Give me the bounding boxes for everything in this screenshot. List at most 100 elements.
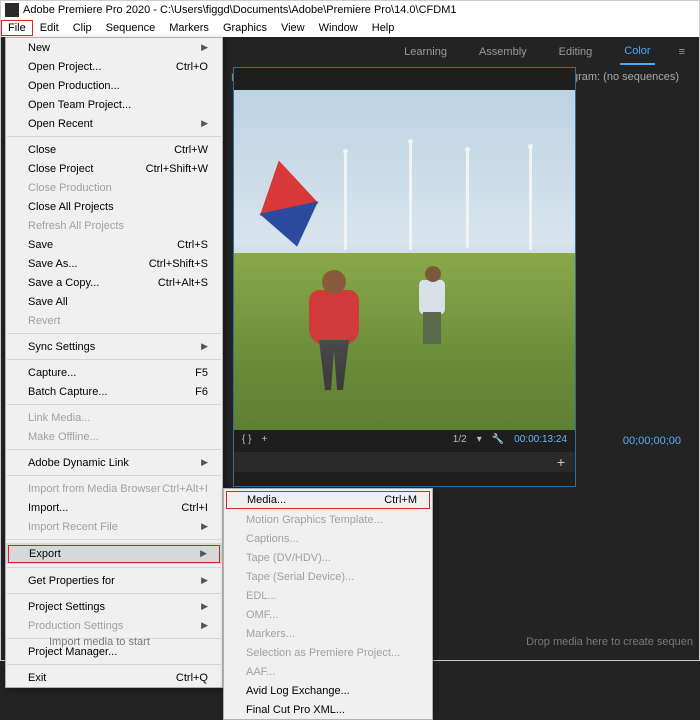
sequence-hint: Drop media here to create sequen xyxy=(526,636,693,648)
menu-item-label: Export xyxy=(29,548,61,560)
file-menu-item-open-production[interactable]: Open Production... xyxy=(6,76,222,95)
file-menu-item-save-as[interactable]: Save As...Ctrl+Shift+S xyxy=(6,254,222,273)
file-menu-item-capture[interactable]: Capture...F5 xyxy=(6,363,222,382)
file-menu-item-save-a-copy[interactable]: Save a Copy...Ctrl+Alt+S xyxy=(6,273,222,292)
shortcut-label: Ctrl+O xyxy=(176,61,208,73)
file-menu-item-project-settings[interactable]: Project Settings ▶ xyxy=(6,597,222,616)
menu-item-label: Tape (Serial Device)... xyxy=(246,571,354,583)
menu-edit[interactable]: Edit xyxy=(33,20,66,36)
export-menu-item-motion-graphics-template: Motion Graphics Template... xyxy=(224,510,432,529)
menu-help[interactable]: Help xyxy=(365,20,402,36)
file-menu-item-close-production: Close Production xyxy=(6,178,222,197)
menu-item-label: OMF... xyxy=(246,609,278,621)
menu-item-label: Open Production... xyxy=(28,80,120,92)
file-menu-item-open-project[interactable]: Open Project...Ctrl+O xyxy=(6,57,222,76)
workspace-overflow-icon[interactable]: ≡ xyxy=(679,46,685,58)
menu-item-label: Open Recent xyxy=(28,118,93,130)
fit-icon[interactable]: + xyxy=(261,434,267,445)
add-button[interactable]: + xyxy=(553,454,569,470)
file-menu-item-close-project[interactable]: Close ProjectCtrl+Shift+W xyxy=(6,159,222,178)
menu-item-label: Captions... xyxy=(246,533,299,545)
menu-window[interactable]: Window xyxy=(312,20,365,36)
shortcut-label: F6 xyxy=(195,386,208,398)
file-menu-item-open-recent[interactable]: Open Recent ▶ xyxy=(6,114,222,133)
export-menu-item-final-cut-pro-xml[interactable]: Final Cut Pro XML... xyxy=(224,700,432,719)
file-menu-item-close-all-projects[interactable]: Close All Projects xyxy=(6,197,222,216)
shortcut-label: Ctrl+W xyxy=(174,144,208,156)
export-menu-item-edl: EDL... xyxy=(224,586,432,605)
file-menu-item-import-recent-file: Import Recent File▶ xyxy=(6,517,222,536)
menu-item-label: Close Production xyxy=(28,182,112,194)
menu-item-label: Exit xyxy=(28,672,46,684)
preview-image xyxy=(234,90,575,430)
export-submenu: Media...Ctrl+MMotion Graphics Template..… xyxy=(223,488,433,720)
title-bar: Adobe Premiere Pro 2020 - C:\Users\figgd… xyxy=(1,1,699,19)
workspace-tab-color[interactable]: Color xyxy=(620,39,654,65)
menu-item-label: Adobe Dynamic Link xyxy=(28,457,129,469)
shortcut-label: Ctrl+Q xyxy=(176,672,208,684)
menu-item-label: EDL... xyxy=(246,590,277,602)
menu-item-label: Project Settings xyxy=(28,601,105,613)
file-menu-item-get-properties-for[interactable]: Get Properties for▶ xyxy=(6,571,222,590)
workspace-tab-editing[interactable]: Editing xyxy=(555,40,597,64)
file-menu-item-sync-settings[interactable]: Sync Settings▶ xyxy=(6,337,222,356)
program-timecode: 00;00;00;00 xyxy=(623,435,681,447)
menu-file[interactable]: File xyxy=(1,20,33,36)
export-menu-item-markers: Markers... xyxy=(224,624,432,643)
window-title: Adobe Premiere Pro 2020 - C:\Users\figgd… xyxy=(23,4,456,16)
menu-item-label: Batch Capture... xyxy=(28,386,108,398)
preview-monitor: { } + 1/2 ▾ 🔧 00:00:13:24 + xyxy=(233,67,576,487)
timeline-strip[interactable] xyxy=(234,452,575,472)
export-menu-item-aaf: AAF... xyxy=(224,662,432,681)
shortcut-label: Ctrl+M xyxy=(384,494,417,506)
marker-icon[interactable]: { } xyxy=(242,434,251,445)
menu-sequence[interactable]: Sequence xyxy=(99,20,163,36)
file-menu-item-save-all[interactable]: Save All xyxy=(6,292,222,311)
menu-graphics[interactable]: Graphics xyxy=(216,20,274,36)
workspace-tabs: Learning Assembly Editing Color ≡ xyxy=(400,37,695,67)
export-menu-item-tape-dv-hdv: Tape (DV/HDV)... xyxy=(224,548,432,567)
menu-item-label: AAF... xyxy=(246,666,275,678)
timecode-display[interactable]: 00:00:13:24 xyxy=(514,434,567,445)
menu-clip[interactable]: Clip xyxy=(66,20,99,36)
submenu-arrow-icon: ▶ xyxy=(201,341,208,352)
menu-item-label: Save As... xyxy=(28,258,78,270)
file-menu-item-new[interactable]: New▶ xyxy=(6,38,222,57)
menu-view[interactable]: View xyxy=(274,20,312,36)
menu-item-label: Import Recent File xyxy=(28,521,118,533)
menu-item-label: Production Settings xyxy=(28,620,123,632)
file-menu-item-batch-capture[interactable]: Batch Capture... F6 xyxy=(6,382,222,401)
menu-item-label: Save All xyxy=(28,296,68,308)
export-menu-item-media[interactable]: Media...Ctrl+M xyxy=(224,489,432,510)
menu-item-label: Close xyxy=(28,144,56,156)
export-menu-item-avid-log-exchange[interactable]: Avid Log Exchange... xyxy=(224,681,432,700)
file-menu-item-adobe-dynamic-link[interactable]: Adobe Dynamic Link▶ xyxy=(6,453,222,472)
file-menu-item-make-offline: Make Offline... xyxy=(6,427,222,446)
file-menu-item-export[interactable]: Export▶ xyxy=(6,543,222,564)
file-menu-dropdown: New▶Open Project...Ctrl+OOpen Production… xyxy=(5,37,223,688)
wrench-icon[interactable]: 🔧 xyxy=(492,434,504,445)
kite-graphic xyxy=(249,154,318,215)
file-menu-item-open-team-project[interactable]: Open Team Project... xyxy=(6,95,222,114)
girl-graphic xyxy=(309,290,359,390)
zoom-ratio[interactable]: 1/2 xyxy=(453,434,467,445)
menu-item-label: Save a Copy... xyxy=(28,277,99,289)
menu-markers[interactable]: Markers xyxy=(162,20,216,36)
submenu-arrow-icon: ▶ xyxy=(201,118,208,129)
file-menu-item-save[interactable]: SaveCtrl+S xyxy=(6,235,222,254)
menu-item-label: Make Offline... xyxy=(28,431,99,443)
menu-bar: FileEditClipSequenceMarkersGraphicsViewW… xyxy=(1,19,699,37)
workspace-tab-assembly[interactable]: Assembly xyxy=(475,40,531,64)
workspace-tab-learning[interactable]: Learning xyxy=(400,40,451,64)
menu-item-label: Tape (DV/HDV)... xyxy=(246,552,331,564)
submenu-arrow-icon: ▶ xyxy=(201,601,208,612)
menu-item-label: New xyxy=(28,42,50,54)
file-menu-item-import[interactable]: Import...Ctrl+I xyxy=(6,498,222,517)
shortcut-label: Ctrl+I xyxy=(181,502,208,514)
file-menu-item-revert: Revert xyxy=(6,311,222,330)
menu-item-label: Close Project xyxy=(28,163,93,175)
menu-item-label: Link Media... xyxy=(28,412,90,424)
file-menu-item-exit[interactable]: Exit Ctrl+Q xyxy=(6,668,222,687)
menu-item-label: Refresh All Projects xyxy=(28,220,124,232)
file-menu-item-close[interactable]: Close Ctrl+W xyxy=(6,140,222,159)
